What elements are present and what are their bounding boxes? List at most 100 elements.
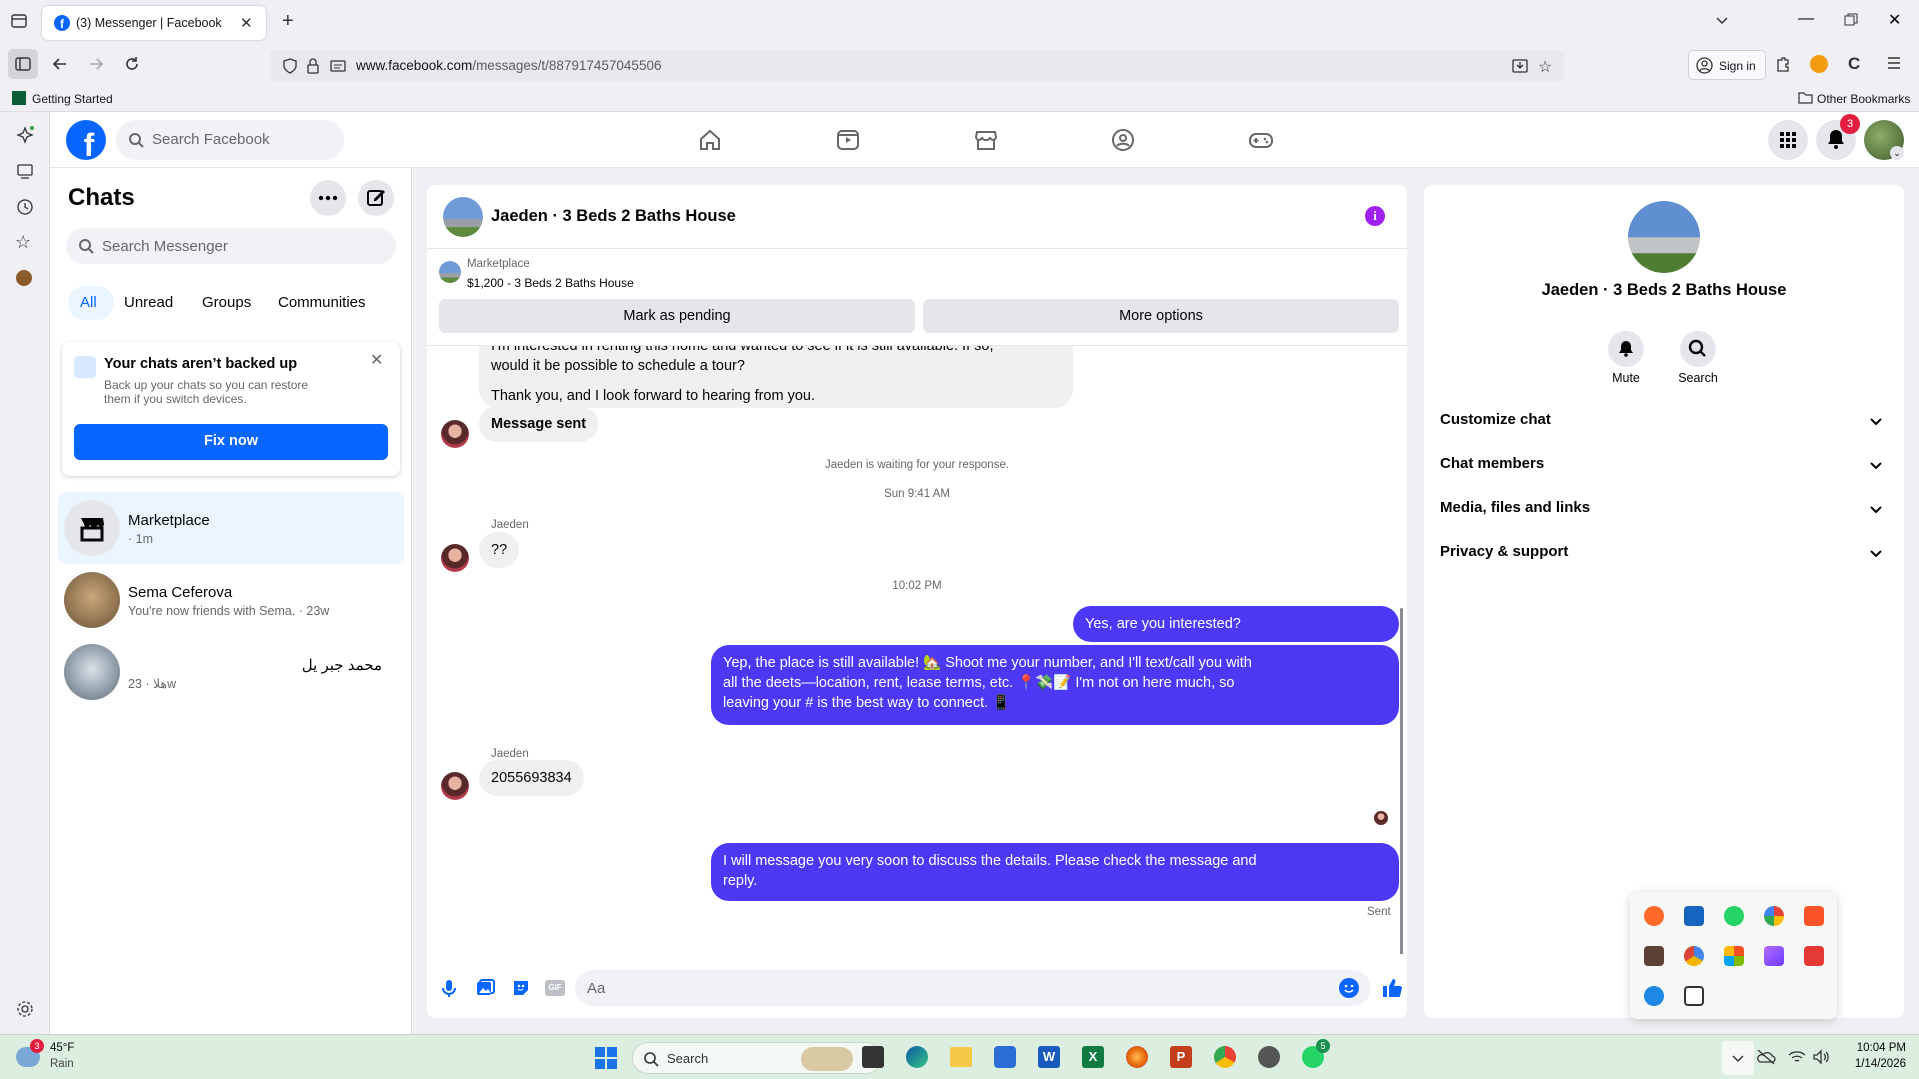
ai-sparkle-icon[interactable]	[16, 126, 34, 144]
bookmark-other[interactable]: Other Bookmarks	[1817, 92, 1910, 106]
browser-tab-active[interactable]: f (3) Messenger | Facebook ✕	[42, 6, 266, 40]
app-icon[interactable]	[1258, 1046, 1280, 1068]
tray-pdf-icon[interactable]	[1804, 946, 1824, 966]
filter-unread[interactable]: Unread	[124, 294, 173, 311]
chat-item-sema[interactable]: Sema Ceferova You're now friends with Se…	[58, 564, 404, 636]
excel-icon[interactable]: X	[1082, 1046, 1104, 1068]
sign-in-button[interactable]: Sign in	[1688, 50, 1766, 80]
conversation-title[interactable]: Jaeden · 3 Beds 2 Baths House	[491, 207, 736, 226]
message-list[interactable]: I'm interested in renting this home and …	[427, 346, 1407, 954]
tray-chrome-icon[interactable]	[1764, 906, 1784, 926]
tray-usb-icon[interactable]	[1644, 946, 1664, 966]
gaming-icon[interactable]	[1248, 128, 1274, 152]
tray-brave-icon[interactable]	[1804, 906, 1824, 926]
tab-overflow-chevron-icon[interactable]	[1714, 12, 1730, 28]
mute-button[interactable]	[1608, 331, 1644, 367]
sticker-icon[interactable]	[511, 978, 531, 998]
message-bubble-incoming[interactable]: 2055693834	[479, 760, 584, 796]
filter-communities[interactable]: Communities	[278, 294, 366, 311]
volume-icon[interactable]	[1812, 1049, 1830, 1065]
taskbar-search[interactable]: Search	[632, 1042, 882, 1074]
facebook-logo-icon[interactable]: f	[66, 120, 106, 160]
task-view-icon[interactable]	[862, 1046, 884, 1068]
window-close-icon[interactable]: ✕	[1888, 10, 1901, 30]
cookie-extension-icon[interactable]	[16, 270, 32, 286]
sidebar-toggle-icon[interactable]	[8, 49, 38, 79]
history-icon[interactable]	[16, 198, 34, 216]
message-input[interactable]: Aa	[575, 970, 1371, 1006]
section-customize-chat[interactable]: Customize chat	[1440, 403, 1890, 437]
edge-icon[interactable]	[906, 1046, 928, 1068]
sender-avatar[interactable]	[441, 420, 469, 448]
extension-fox-icon[interactable]	[1810, 55, 1828, 73]
tray-overflow-chevron-button[interactable]	[1722, 1041, 1754, 1075]
sidebar-settings-gear-icon[interactable]	[16, 1000, 34, 1018]
section-privacy-support[interactable]: Privacy & support	[1440, 535, 1890, 569]
minimize-icon[interactable]: —	[1798, 10, 1814, 28]
message-sent-bubble[interactable]: Message sent	[479, 406, 599, 442]
groups-icon[interactable]	[1111, 128, 1135, 152]
new-message-button[interactable]	[358, 180, 394, 216]
more-options-button[interactable]: More options	[923, 299, 1399, 333]
bookmarks-star-icon[interactable]: ☆	[15, 232, 31, 253]
facebook-search-input[interactable]: Search Facebook	[116, 120, 344, 160]
tray-whatsapp-icon[interactable]	[1724, 906, 1744, 926]
new-tab-icon[interactable]: +	[282, 10, 294, 33]
fix-now-button[interactable]: Fix now	[74, 424, 388, 460]
filter-all[interactable]: All	[68, 286, 114, 320]
chat-item-mohammed[interactable]: محمد جبر يل هلا · 23w	[58, 636, 404, 708]
wifi-icon[interactable]	[1788, 1049, 1806, 1065]
listing-profile-photo[interactable]	[1628, 201, 1700, 273]
home-icon[interactable]	[698, 128, 722, 152]
section-chat-members[interactable]: Chat members	[1440, 447, 1890, 481]
chat-item-marketplace[interactable]: Marketplace · 1m	[58, 492, 404, 564]
tray-security-icon[interactable]	[1644, 986, 1664, 1006]
shield-icon[interactable]	[282, 58, 298, 74]
notifications-button[interactable]: 3	[1816, 114, 1860, 160]
message-bubble-incoming[interactable]: I'm interested in renting this home and …	[479, 346, 1073, 408]
search-in-conversation-button[interactable]	[1680, 331, 1716, 367]
extension-c-icon[interactable]: C	[1848, 54, 1860, 74]
tab-close-icon[interactable]: ✕	[240, 14, 253, 32]
menu-grid-button[interactable]	[1768, 120, 1808, 160]
tray-pen-icon[interactable]	[1764, 946, 1784, 966]
messenger-search-input[interactable]: Search Messenger	[66, 228, 396, 264]
store-icon[interactable]	[994, 1046, 1016, 1068]
photo-icon[interactable]	[475, 978, 495, 998]
tray-drive-icon[interactable]	[1684, 946, 1704, 966]
lock-icon[interactable]	[306, 58, 320, 74]
firefox-icon[interactable]	[1126, 1046, 1148, 1068]
save-page-icon[interactable]	[1512, 58, 1528, 74]
close-icon[interactable]: ✕	[370, 350, 383, 370]
emoji-icon[interactable]	[1339, 978, 1359, 998]
microphone-icon[interactable]	[439, 978, 459, 998]
mark-as-pending-button[interactable]: Mark as pending	[439, 299, 915, 333]
file-explorer-icon[interactable]	[950, 1047, 972, 1067]
info-icon[interactable]: i	[1365, 206, 1385, 226]
chats-options-button[interactable]	[310, 180, 346, 216]
synced-tabs-icon[interactable]	[16, 162, 34, 180]
bookmark-star-icon[interactable]: ☆	[1538, 57, 1552, 77]
scrollbar-thumb[interactable]	[1400, 608, 1403, 954]
filter-groups[interactable]: Groups	[202, 294, 251, 311]
message-bubble-outgoing[interactable]: Yes, are you interested?	[1073, 606, 1399, 642]
sender-avatar[interactable]	[441, 772, 469, 800]
powerpoint-icon[interactable]: P	[1170, 1046, 1192, 1068]
extensions-icon[interactable]	[1774, 56, 1792, 74]
section-media-files-links[interactable]: Media, files and links	[1440, 491, 1890, 525]
profile-avatar[interactable]: ⌄	[1864, 120, 1904, 160]
back-icon[interactable]	[52, 56, 68, 72]
message-bubble-outgoing[interactable]: Yep, the place is still available! 🏡 Sho…	[711, 645, 1399, 725]
bookmark-getting-started[interactable]: Getting Started	[32, 92, 113, 106]
chrome-icon[interactable]	[1214, 1046, 1236, 1068]
listing-avatar[interactable]	[443, 197, 483, 237]
tab-list-icon[interactable]	[10, 12, 28, 30]
thumbs-up-icon[interactable]	[1381, 977, 1403, 999]
video-icon[interactable]	[836, 128, 860, 152]
listing-title[interactable]: $1,200 - 3 Beds 2 Baths House	[467, 276, 634, 290]
onedrive-offline-icon[interactable]	[1756, 1049, 1776, 1065]
reload-icon[interactable]	[124, 56, 140, 72]
tray-flame-icon[interactable]	[1644, 906, 1664, 926]
marketplace-icon[interactable]	[974, 128, 998, 152]
tray-eject-icon[interactable]	[1684, 986, 1704, 1006]
